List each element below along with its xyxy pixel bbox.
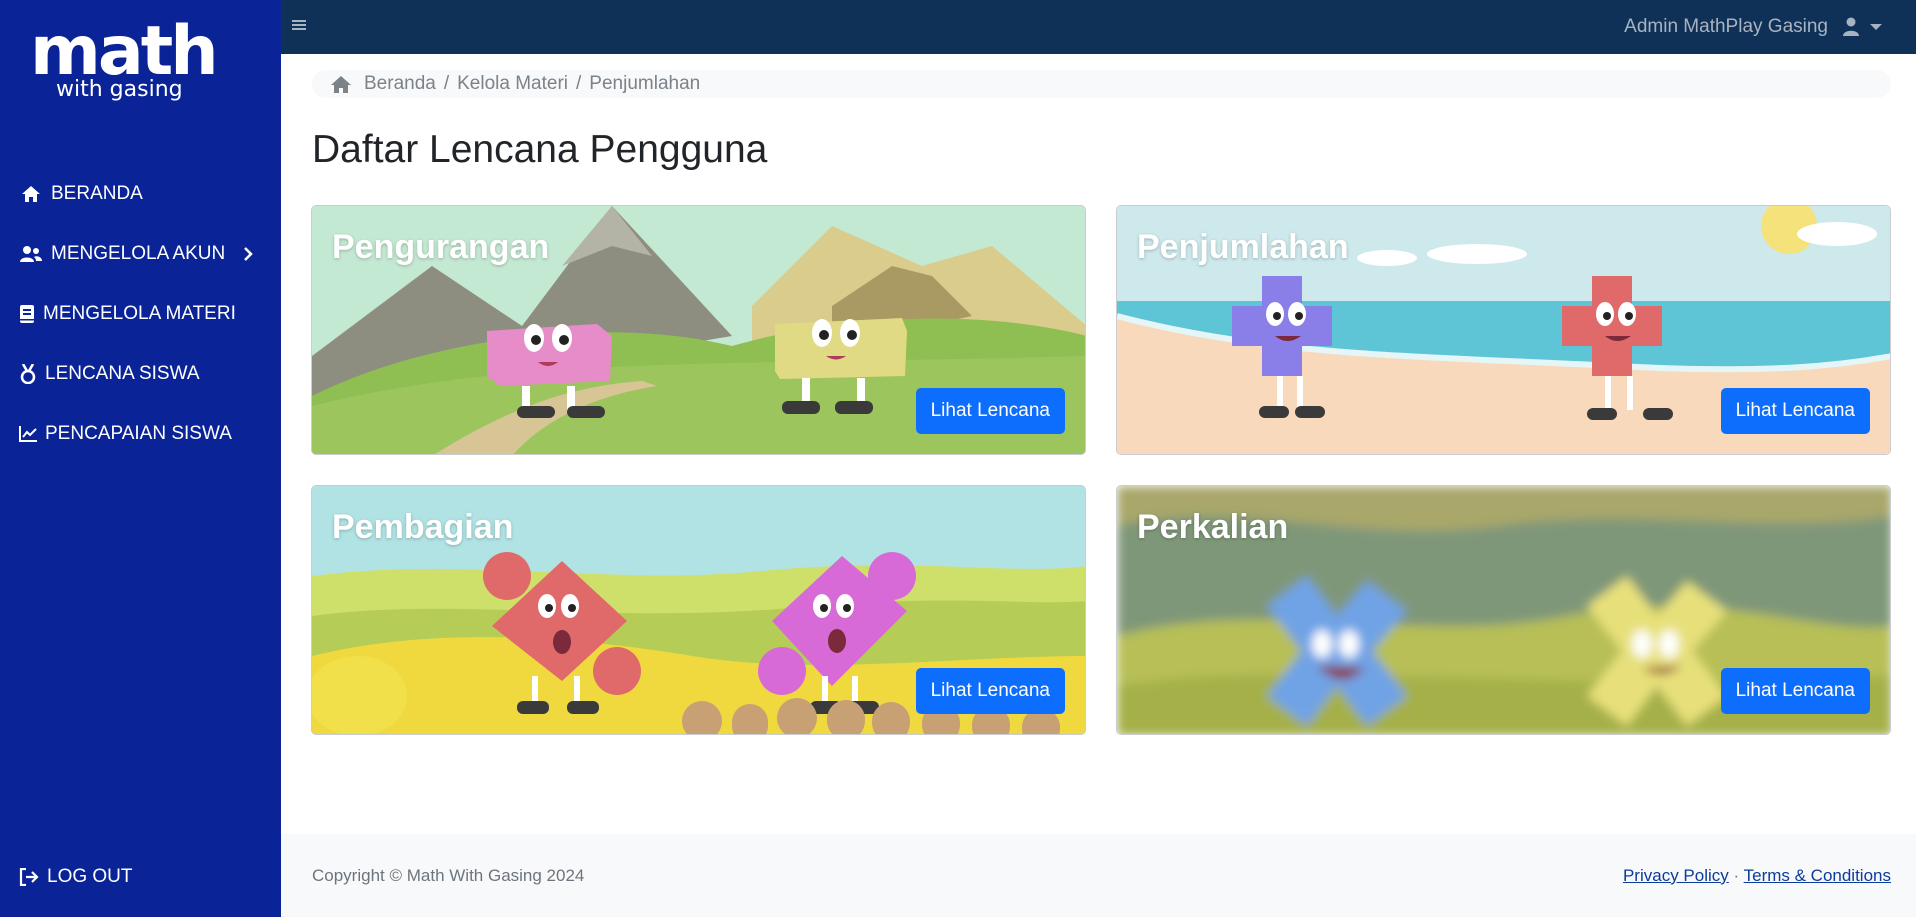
privacy-policy-link[interactable]: Privacy Policy — [1623, 866, 1729, 885]
badge-card-penjumlahan: Penjumlahan Lihat Lencana — [1116, 205, 1891, 455]
badge-card-pembagian: Pembagian Lihat Lencana — [311, 485, 1086, 735]
sidebar-item-lencana-siswa[interactable]: LENCANA SISWA — [0, 344, 281, 404]
breadcrumb-item-penjumlahan: Penjumlahan — [589, 73, 701, 94]
card-title: Pengurangan — [332, 228, 550, 266]
user-menu[interactable]: Admin MathPlay Gasing — [1624, 0, 1882, 54]
chevron-right-icon — [243, 246, 254, 262]
sidebar-item-label: BERANDA — [51, 183, 143, 204]
sidebar-item-mengelola-akun[interactable]: MENGELOLA AKUN — [0, 224, 281, 284]
sidebar-item-mengelola-materi[interactable]: MENGELOLA MATERI — [0, 284, 281, 344]
sidebar: math with gasing BERANDA MENGELOLA AKUN … — [0, 0, 281, 917]
page-title: Daftar Lencana Pengguna — [312, 128, 768, 171]
breadcrumb: Beranda / Kelola Materi / Penjumlahan — [312, 70, 1891, 98]
logout-button[interactable]: LOG OUT — [0, 847, 133, 907]
sidebar-item-label: LENCANA SISWA — [45, 363, 200, 384]
sidebar-item-beranda[interactable]: BERANDA — [0, 164, 281, 224]
book-icon — [19, 303, 35, 325]
topbar: Admin MathPlay Gasing — [281, 0, 1916, 54]
logo-sub-text: with gasing — [56, 77, 183, 102]
logo-main-text: math — [30, 12, 219, 91]
breadcrumb-item-kelola-materi[interactable]: Kelola Materi — [457, 73, 568, 95]
card-title: Penjumlahan — [1137, 228, 1349, 266]
badge-card-pengurangan: Pengurangan Lihat Lencana — [311, 205, 1086, 455]
badge-card-perkalian: Perkalian Lihat Lencana — [1116, 485, 1891, 735]
sidebar-item-pencapaian-siswa[interactable]: PENCAPAIAN SISWA — [0, 404, 281, 464]
brand-logo[interactable]: math with gasing — [30, 12, 219, 118]
menu-toggle-icon[interactable] — [291, 17, 311, 37]
lihat-lencana-button[interactable]: Lihat Lencana — [1720, 668, 1870, 714]
lihat-lencana-button[interactable]: Lihat Lencana — [915, 668, 1065, 714]
home-icon — [19, 183, 43, 205]
breadcrumb-separator: / — [443, 73, 450, 94]
sidebar-item-label: MENGELOLA MATERI — [43, 303, 236, 324]
logout-label: LOG OUT — [47, 866, 133, 887]
lihat-lencana-button[interactable]: Lihat Lencana — [1720, 388, 1870, 434]
caret-down-icon — [1870, 24, 1882, 30]
sidebar-item-label: MENGELOLA AKUN — [51, 243, 226, 264]
chart-line-icon — [19, 423, 37, 445]
users-icon — [19, 243, 43, 265]
breadcrumb-item-beranda[interactable]: Beranda — [364, 73, 436, 95]
footer: Copyright © Math With Gasing 2024 Privac… — [281, 834, 1916, 917]
footer-separator: · — [1733, 865, 1740, 885]
sidebar-nav: BERANDA MENGELOLA AKUN MENGELOLA MATERI … — [0, 164, 281, 464]
medal-icon — [19, 363, 37, 385]
user-name: Admin MathPlay Gasing — [1624, 16, 1828, 37]
user-icon — [1842, 17, 1860, 37]
terms-conditions-link[interactable]: Terms & Conditions — [1744, 866, 1891, 885]
lihat-lencana-button[interactable]: Lihat Lencana — [915, 388, 1065, 434]
card-title: Perkalian — [1137, 508, 1289, 546]
sign-out-icon — [19, 866, 39, 888]
copyright-text: Copyright © Math With Gasing 2024 — [312, 865, 585, 885]
breadcrumb-separator: / — [576, 73, 582, 94]
sidebar-item-label: PENCAPAIAN SISWA — [45, 423, 232, 444]
home-icon[interactable] — [330, 75, 352, 94]
footer-links: Privacy Policy · Terms & Conditions — [1623, 866, 1891, 886]
card-title: Pembagian — [332, 508, 514, 546]
